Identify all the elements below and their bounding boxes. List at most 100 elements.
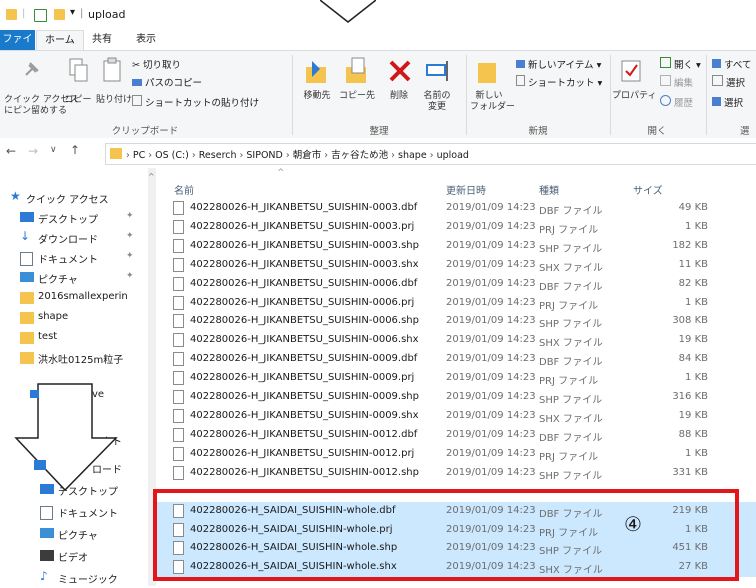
breadcrumb-item[interactable]: OS (C:)	[155, 150, 189, 161]
column-header-type[interactable]: 種類	[539, 182, 559, 197]
new-item-button[interactable]: 新しいアイテム ▾	[516, 57, 601, 71]
edit-button[interactable]: 編集	[660, 75, 693, 89]
nav-item-pictures[interactable]: ピクチャ ✦	[0, 268, 148, 288]
column-header-date[interactable]: 更新日時	[446, 182, 486, 197]
file-icon	[173, 465, 184, 480]
nav-item-documents-pc[interactable]: ドキュメント	[0, 502, 148, 522]
tab-view[interactable]: 表示	[128, 30, 164, 50]
pin-quick-access-button[interactable]: クイック アクセス にピン留めする	[4, 95, 78, 117]
table-row[interactable]: 402280026-H_JIKANBETSU_SUISHIN-0006.shp 2…	[157, 312, 756, 331]
table-row[interactable]: 402280026-H_JIKANBETSU_SUISHIN-0003.shx 2…	[157, 256, 756, 275]
nav-item-folder[interactable]: 洪水吐0125m粒子	[0, 348, 148, 368]
file-name: 402280026-H_JIKANBETSU_SUISHIN-0009.dbf	[190, 353, 418, 365]
invert-selection-button[interactable]: 選択	[712, 95, 743, 109]
select-all-button[interactable]: すべて	[712, 57, 751, 71]
table-row[interactable]: 402280026-H_JIKANBETSU_SUISHIN-0003.dbf 2…	[157, 199, 756, 218]
nav-item-documents[interactable]: ドキュメント ✦	[0, 248, 148, 268]
new-group-label: 新規	[528, 126, 548, 137]
nav-item-folder[interactable]: test	[0, 328, 148, 348]
table-row[interactable]: 402280026-H_JIKANBETSU_SUISHIN-0003.prj 2…	[157, 218, 756, 237]
table-row[interactable]: 402280026-H_JIKANBETSU_SUISHIN-0006.shx 2…	[157, 331, 756, 350]
edit-icon	[660, 75, 671, 86]
select-none-button[interactable]: 選択	[712, 75, 745, 89]
nav-item-desktop[interactable]: デスクトップ ✦	[0, 208, 148, 228]
nav-item-downloads[interactable]: ↓ ダウンロード ✦	[0, 228, 148, 248]
file-icon	[173, 238, 184, 253]
copy-button[interactable]: コピー	[64, 95, 92, 106]
table-row[interactable]: 402280026-H_JIKANBETSU_SUISHIN-0003.shp 2…	[157, 237, 756, 256]
cut-label: 切り取り	[142, 60, 181, 71]
nav-item-quick-access[interactable]: ★ クイック アクセス	[0, 188, 148, 208]
breadcrumb-item[interactable]: 朝倉市	[293, 150, 322, 161]
music-icon: ♪	[40, 569, 48, 583]
paste-button[interactable]: 貼り付け	[96, 95, 132, 106]
file-type: SHP ファイル	[539, 395, 603, 406]
table-row[interactable]: 402280026-H_JIKANBETSU_SUISHIN-0009.prj 2…	[157, 369, 756, 388]
nav-item-label: ドキュメント	[58, 509, 118, 520]
breadcrumb-item[interactable]: upload	[437, 150, 469, 161]
properties-button[interactable]: プロパティ	[612, 91, 656, 102]
table-row[interactable]: 402280026-H_JIKANBETSU_SUISHIN-0009.dbf 2…	[157, 350, 756, 369]
table-row[interactable]: 402280026-H_JIKANBETSU_SUISHIN-0012.shp 2…	[157, 464, 756, 483]
tab-home[interactable]: ホーム	[36, 30, 84, 51]
address-bar[interactable]: › PC › OS (C:) › Reserch › SIPOND › 朝倉市 …	[105, 143, 756, 165]
file-icon	[173, 371, 184, 386]
file-date: 2019/01/09 14:23	[446, 466, 536, 478]
nav-item-folder[interactable]: 2016smallexperin	[0, 288, 148, 308]
paste-shortcut-button[interactable]: ショートカットの貼り付け	[132, 95, 259, 109]
breadcrumb-item[interactable]: shape	[398, 150, 427, 161]
file-type: DBF ファイル	[539, 281, 603, 293]
path-icon	[132, 79, 142, 86]
table-row[interactable]: 402280026-H_JIKANBETSU_SUISHIN-0012.dbf 2…	[157, 426, 756, 445]
nav-item-videos[interactable]: ビデオ	[0, 546, 148, 566]
open-icon	[660, 57, 671, 68]
forward-arrow-icon[interactable]: →	[28, 144, 38, 158]
copy-to-button[interactable]: コピー先	[338, 91, 376, 102]
column-header-name[interactable]: 名前	[174, 182, 194, 197]
breadcrumb-item[interactable]: SIPOND	[246, 150, 282, 161]
tab-file[interactable]: ファイル	[0, 30, 35, 64]
table-row[interactable]: 402280026-H_JIKANBETSU_SUISHIN-0012.prj 2…	[157, 445, 756, 464]
new-folder-quick-icon[interactable]	[54, 9, 65, 20]
up-arrow-icon[interactable]: ↑	[70, 143, 80, 157]
table-row[interactable]: 402280026-H_JIKANBETSU_SUISHIN-0006.prj 2…	[157, 294, 756, 313]
move-to-button[interactable]: 移動先	[298, 91, 336, 102]
file-date: 2019/01/09 14:23	[446, 277, 536, 289]
copy-path-button[interactable]: パスのコピー	[132, 75, 202, 89]
rename-button[interactable]: 名前の 変更	[418, 91, 456, 113]
file-type: SHP ファイル	[539, 243, 603, 255]
ribbon-divider	[292, 55, 293, 135]
file-date: 2019/01/09 14:23	[446, 296, 536, 308]
new-folder-button[interactable]: 新しい フォルダー	[470, 91, 515, 113]
breadcrumb-item[interactable]: PC	[133, 150, 145, 161]
file-date: 2019/01/09 14:23	[446, 258, 536, 270]
nav-item-music[interactable]: ♪ ミュージック	[0, 568, 148, 588]
nav-item-pictures-pc[interactable]: ピクチャ	[0, 524, 148, 544]
table-row[interactable]: 402280026-H_JIKANBETSU_SUISHIN-0006.dbf 2…	[157, 275, 756, 294]
ribbon-divider	[466, 55, 467, 135]
invert-selection-icon	[712, 97, 721, 106]
breadcrumb-item[interactable]: 吉ヶ谷ため池	[331, 150, 388, 161]
back-arrow-icon[interactable]: ←	[6, 144, 16, 158]
table-row[interactable]: 402280026-H_JIKANBETSU_SUISHIN-0009.shp 2…	[157, 388, 756, 407]
file-icon	[173, 408, 184, 423]
ribbon-divider	[706, 55, 707, 135]
open-button[interactable]: 開く ▾	[660, 57, 701, 71]
tab-share[interactable]: 共有	[84, 30, 120, 50]
recent-dropdown-icon[interactable]: ∨	[50, 145, 57, 155]
shortcut-button[interactable]: ショートカット ▾	[516, 75, 602, 89]
scroll-up-icon[interactable]: ^	[148, 172, 155, 181]
table-row[interactable]: 402280026-H_JIKANBETSU_SUISHIN-0009.shx 2…	[157, 407, 756, 426]
cut-button[interactable]: ✂ 切り取り	[132, 57, 181, 71]
nav-item-folder[interactable]: shape	[0, 308, 148, 328]
breadcrumb-item[interactable]: Reserch	[199, 150, 237, 161]
column-header-size[interactable]: サイズ	[633, 182, 663, 197]
history-button[interactable]: 履歴	[660, 95, 693, 109]
address-row: ← → ∨ ↑ › PC › OS (C:) › Reserch › SIPON…	[0, 138, 756, 168]
nav-item-label: shape	[38, 311, 69, 322]
delete-button[interactable]: 削除	[384, 91, 414, 102]
file-type: DBF ファイル	[539, 206, 603, 217]
properties-check-icon[interactable]	[34, 9, 47, 22]
quick-access-dropdown-icon[interactable]: ▾	[70, 7, 75, 18]
file-name: 402280026-H_JIKANBETSU_SUISHIN-0006.shx	[190, 334, 419, 346]
